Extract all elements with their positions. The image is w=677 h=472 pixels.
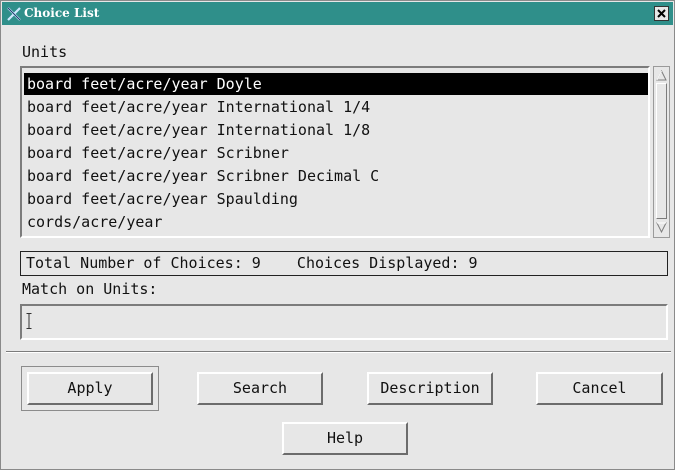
- match-input[interactable]: [20, 304, 668, 340]
- list-item[interactable]: board feet/acre/year Doyle: [24, 73, 648, 95]
- units-listbox[interactable]: board feet/acre/year Doyle board feet/ac…: [20, 66, 650, 238]
- close-icon: [657, 9, 666, 18]
- cancel-button[interactable]: Cancel: [536, 372, 663, 405]
- apply-button[interactable]: Apply: [27, 372, 153, 405]
- help-button[interactable]: Help: [282, 422, 408, 455]
- list-item[interactable]: board feet/acre/year Spaulding: [24, 188, 648, 210]
- scroll-down-arrow-icon[interactable]: [656, 222, 667, 233]
- title-bar[interactable]: Choice List: [2, 2, 673, 25]
- search-button[interactable]: Search: [197, 372, 323, 405]
- choices-status: Total Number of Choices: 9 Choices Displ…: [20, 251, 668, 276]
- scroll-up-arrow-icon[interactable]: [656, 70, 667, 81]
- units-label: Units: [22, 43, 68, 61]
- separator: [6, 351, 671, 353]
- list-item[interactable]: board feet/acre/year International 1/8: [24, 119, 648, 141]
- list-item[interactable]: board feet/acre/year International 1/4: [24, 96, 648, 118]
- list-item[interactable]: board feet/acre/year Scribner: [24, 142, 648, 164]
- close-button[interactable]: [654, 6, 669, 21]
- list-item[interactable]: board feet/acre/year Scribner Decimal C: [24, 165, 648, 187]
- description-button[interactable]: Description: [367, 372, 493, 405]
- list-scrollbar[interactable]: [653, 66, 670, 238]
- match-label: Match on Units:: [22, 280, 158, 298]
- window-title: Choice List: [24, 6, 100, 20]
- scroll-thumb[interactable]: [656, 83, 667, 219]
- choice-list-dialog: Choice List Units board feet/acre/year D…: [0, 0, 675, 470]
- text-cursor-icon: [26, 313, 32, 329]
- list-item[interactable]: cords/acre/year: [24, 211, 648, 233]
- x-window-icon: [7, 7, 21, 21]
